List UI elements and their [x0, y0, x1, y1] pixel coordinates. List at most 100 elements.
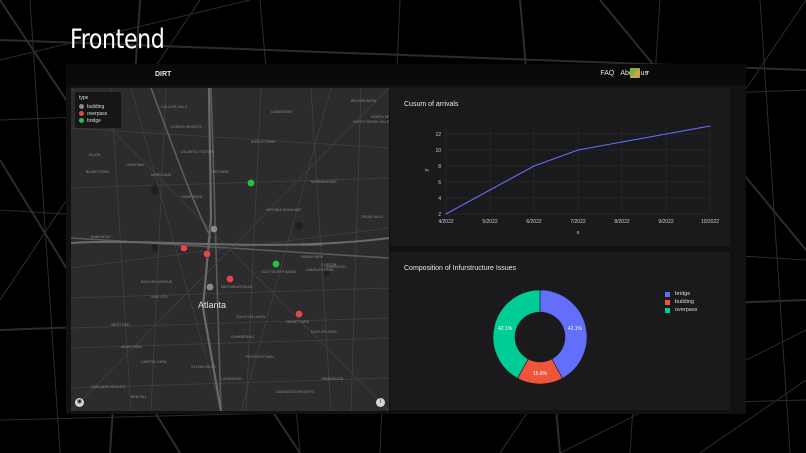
- map-place-label: NORTH DRUID: [371, 115, 389, 119]
- chevron-down-icon[interactable]: ▾: [646, 69, 649, 76]
- legend-item-overpass[interactable]: overpass: [79, 110, 117, 117]
- map-legend: type building overpass bridge: [75, 92, 121, 128]
- legend-dot-building: [79, 104, 84, 109]
- info-icon[interactable]: i: [376, 398, 385, 407]
- map-road: [71, 177, 389, 189]
- map-marker-bridge[interactable]: [247, 179, 255, 187]
- line-point[interactable]: [533, 165, 535, 167]
- legend-swatch-building: [665, 299, 670, 305]
- mapbox-logo-icon[interactable]: ◉: [75, 398, 84, 407]
- map-place-label: ENGLISH AVENUE: [141, 280, 173, 284]
- donut-legend-item-bridge[interactable]: bridge: [665, 290, 697, 298]
- map-place-label: LORING HEIGHTS: [171, 125, 202, 129]
- map-road: [71, 337, 389, 349]
- map-marker-bridge[interactable]: [272, 260, 280, 268]
- map-place-label: ATLANTIC STATION: [181, 150, 215, 154]
- map-place-label: VINE CITY: [151, 295, 169, 299]
- map-place-label: EDGEWOOD: [301, 243, 323, 247]
- y-axis-label: y: [424, 168, 430, 171]
- map-place-label: ORMEWOOD: [321, 377, 344, 381]
- map-place-label: COLLIER HILLS: [161, 105, 188, 109]
- legend-label-overpass: overpass: [87, 110, 108, 117]
- legend-dot-overpass: [79, 111, 84, 116]
- nav-link-faq[interactable]: FAQ: [600, 70, 614, 77]
- map-place-label: WEST END: [111, 323, 130, 327]
- map-place-label: MORELAND: [151, 173, 172, 177]
- map-place-label: CHASTAIN: [126, 163, 144, 167]
- legend-item-bridge[interactable]: bridge: [79, 117, 117, 124]
- composition-donut-chart[interactable]: 42.1% 15.8% 42.1%: [390, 252, 730, 410]
- cusum-chart-panel: Cusum of arrivals 2 4 6 8 10 12 4/2022 5/2022 6/…: [390, 88, 730, 246]
- donut-value-label: 15.8%: [533, 371, 548, 377]
- map-marker-overpass[interactable]: [295, 310, 303, 318]
- map-place-label: SYLVAN HILLS: [191, 365, 216, 369]
- map-highway: [71, 237, 389, 246]
- map-place-label: PEOPLESTOWN: [246, 355, 274, 359]
- app-window: DIRT FAQ About us ▾ ELLEN CHASTAIN MORELAN…: [66, 64, 746, 414]
- slide-title: Frontend: [70, 24, 165, 55]
- x-tick-label: 6/2022: [526, 219, 542, 225]
- map-place-label: BANKHEAD: [91, 235, 111, 239]
- map-place-label: INMAN PARK: [301, 255, 324, 259]
- map-place-label: OLD FOURTH WARD: [261, 270, 297, 274]
- brand-logo-text[interactable]: DIRT: [155, 71, 171, 78]
- map-place-label: LAKEWOOD: [221, 377, 242, 381]
- map-marker-building[interactable]: [206, 283, 214, 291]
- x-axis-label: x: [577, 230, 580, 236]
- donut-legend: bridge building overpass: [665, 290, 697, 314]
- map-road: [71, 127, 389, 149]
- map-place-label: VIRGINIA HIGHLAND: [266, 208, 302, 212]
- issue-map[interactable]: ELLEN CHASTAIN MORELAND BANKHEAD OLD FOURTH …: [71, 88, 389, 411]
- donut-legend-item-building[interactable]: building: [665, 298, 697, 306]
- map-city-label: Atlanta: [198, 300, 226, 310]
- map-place-label: MECHANICSVILLE: [221, 285, 253, 289]
- x-tick-label: 9/2022: [658, 219, 674, 225]
- x-tick-label: 10/2022: [701, 219, 719, 225]
- y-tick-label: 2: [438, 212, 441, 218]
- line-point[interactable]: [709, 125, 711, 127]
- map-road: [71, 287, 389, 299]
- map-place-label: EAST ATLANTA: [311, 330, 337, 334]
- map-place-label: CLIFTON: [321, 263, 337, 267]
- map-marker-building[interactable]: [210, 225, 218, 233]
- x-tick-label: 8/2022: [614, 219, 630, 225]
- map-place-label: SOUTH ATLANTA: [236, 315, 266, 319]
- donut-legend-label-overpass: overpass: [675, 307, 698, 313]
- y-tick-label: 12: [435, 132, 441, 138]
- map-place-label: HOME PARK: [181, 195, 203, 199]
- line-point[interactable]: [445, 213, 447, 215]
- map-place-label: GRANT PARK: [286, 320, 310, 324]
- legend-label-bridge: bridge: [87, 117, 101, 124]
- x-tick-label: 7/2022: [570, 219, 586, 225]
- legend-item-building[interactable]: building: [79, 103, 117, 110]
- y-tick-label: 6: [438, 180, 441, 186]
- map-park: [152, 244, 158, 252]
- navbar: DIRT FAQ About us ▾: [66, 64, 746, 85]
- donut-legend-label-building: building: [675, 299, 694, 305]
- nav-links: FAQ About us: [600, 70, 648, 77]
- line-point[interactable]: [489, 189, 491, 191]
- map-place-label: ELLEN: [89, 153, 101, 157]
- map-legend-title: type: [79, 95, 89, 101]
- y-tick-label: 8: [438, 164, 441, 170]
- donut-value-label: 42.1%: [568, 326, 583, 332]
- map-marker-overpass[interactable]: [226, 275, 234, 283]
- x-tick-label: 4/2022: [438, 219, 454, 225]
- donut-legend-item-overpass[interactable]: overpass: [665, 306, 697, 314]
- user-avatar[interactable]: [630, 68, 640, 78]
- line-point[interactable]: [621, 141, 623, 143]
- donut-value-label: 42.1%: [498, 326, 513, 332]
- map-place-label: ADAIR PARK: [121, 345, 143, 349]
- map-marker-overpass[interactable]: [203, 250, 211, 258]
- line-point[interactable]: [665, 133, 667, 135]
- map-place-label: DRUID HILLS: [361, 215, 384, 219]
- map-place-label: LINDBERGH: [271, 110, 292, 114]
- line-point[interactable]: [577, 149, 579, 151]
- map-marker-overpass[interactable]: [180, 244, 188, 252]
- cusum-line-chart[interactable]: 2 4 6 8 10 12 4/2022 5/2022 6/2022 7/2022 8/2022 9/…: [390, 88, 730, 246]
- map-canvas[interactable]: ELLEN CHASTAIN MORELAND BANKHEAD OLD FOURTH …: [71, 88, 389, 411]
- map-road: [110, 88, 132, 411]
- y-tick-label: 10: [435, 148, 441, 154]
- y-tick-label: 4: [438, 196, 441, 202]
- map-road: [310, 88, 332, 411]
